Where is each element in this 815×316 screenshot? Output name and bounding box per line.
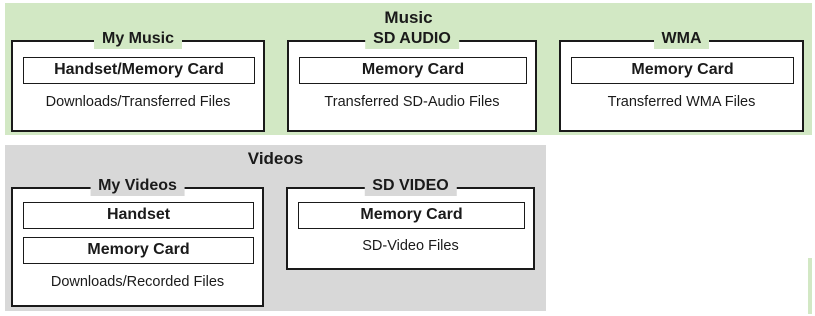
wma-storage: Memory Card bbox=[571, 57, 794, 84]
sd-video-storage: Memory Card bbox=[298, 202, 525, 229]
sd-video-box: SD VIDEO Memory Card SD-Video Files bbox=[286, 176, 535, 270]
sd-audio-box: SD AUDIO Memory Card Transferred SD-Audi… bbox=[287, 29, 537, 132]
my-music-storage: Handset/Memory Card bbox=[23, 57, 255, 84]
music-section: Music My Music Handset/Memory Card Downl… bbox=[5, 3, 812, 135]
my-videos-box: My Videos Handset Memory Card Downloads/… bbox=[11, 176, 264, 307]
sd-video-desc: SD-Video Files bbox=[362, 238, 459, 254]
wma-box: WMA Memory Card Transferred WMA Files bbox=[559, 29, 804, 132]
my-videos-storage-memory-card: Memory Card bbox=[23, 237, 254, 264]
my-videos-desc: Downloads/Recorded Files bbox=[50, 274, 225, 290]
wma-desc: Transferred WMA Files bbox=[607, 94, 756, 110]
my-videos-storage-handset: Handset bbox=[23, 202, 254, 229]
wma-title: WMA bbox=[653, 29, 710, 49]
videos-section: Videos My Videos Handset Memory Card Dow… bbox=[5, 145, 546, 311]
sd-audio-title: SD AUDIO bbox=[365, 29, 459, 49]
my-music-desc: Downloads/Transferred Files bbox=[45, 94, 231, 110]
music-title: Music bbox=[384, 8, 433, 27]
edge-strip bbox=[808, 258, 812, 314]
my-music-box: My Music Handset/Memory Card Downloads/T… bbox=[11, 29, 265, 132]
sd-audio-storage: Memory Card bbox=[299, 57, 527, 84]
videos-title: Videos bbox=[247, 149, 304, 168]
my-videos-title: My Videos bbox=[90, 176, 185, 196]
my-music-title: My Music bbox=[93, 29, 183, 49]
sd-audio-desc: Transferred SD-Audio Files bbox=[324, 94, 500, 110]
sd-video-title: SD VIDEO bbox=[364, 176, 457, 196]
